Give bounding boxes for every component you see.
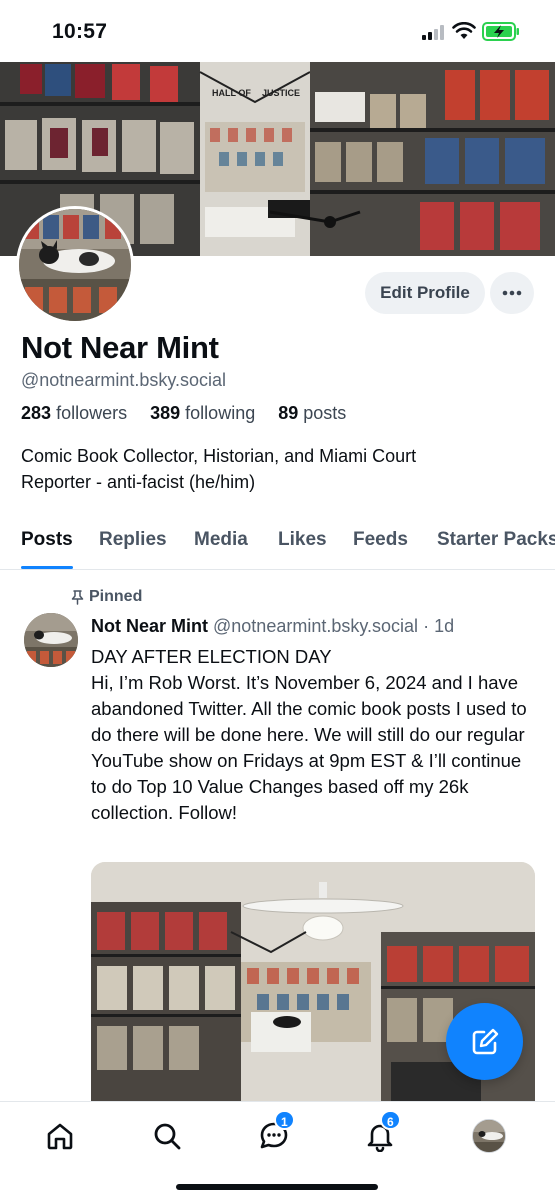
followers-count: 283 (21, 403, 52, 423)
nav-profile[interactable] (469, 1116, 509, 1156)
battery-charging-icon (482, 22, 519, 41)
compose-icon (472, 1028, 498, 1054)
edit-profile-button[interactable]: Edit Profile (365, 272, 485, 314)
posts-label: posts (303, 403, 347, 423)
banner-sign-right: JUSTICE (262, 88, 300, 98)
bio-line: Reporter - anti-facist (he/him) (21, 472, 256, 492)
search-icon (154, 1123, 181, 1150)
tab-media[interactable]: Media (194, 529, 248, 551)
posts-count: 89 (278, 403, 299, 423)
followers-link[interactable]: 283 followers (21, 403, 131, 423)
tab-posts[interactable]: Posts (21, 529, 73, 551)
wifi-icon (452, 22, 476, 39)
post-body[interactable]: DAY AFTER ELECTION DAY Hi, I’m Rob Worst… (91, 644, 531, 826)
nav-chat[interactable]: 1 (254, 1110, 295, 1156)
avatar-cat-photo (19, 209, 131, 321)
pinned-label: Pinned (89, 588, 143, 605)
post-text-line: Hi, I’m Rob Worst. It’s November 6, 2024… (91, 672, 527, 823)
tab-likes[interactable]: Likes (278, 529, 327, 551)
post-author-name[interactable]: Not Near Mint (91, 616, 208, 636)
post-text-line: DAY AFTER ELECTION DAY (91, 646, 332, 667)
profile-handle: @notnearmint.bsky.social (21, 370, 227, 390)
home-indicator (176, 1184, 378, 1190)
active-tab-indicator (21, 566, 73, 569)
banner-sign-left: HALL OF (212, 88, 251, 98)
profile-tabs: Posts Replies Media Likes Feeds Starter … (0, 522, 555, 570)
chat-badge: 1 (274, 1110, 295, 1130)
nav-search[interactable] (147, 1116, 187, 1156)
home-icon (47, 1123, 73, 1150)
ellipsis-icon (502, 290, 522, 296)
signal-icon (422, 25, 444, 40)
nav-home[interactable] (40, 1116, 80, 1156)
tab-replies[interactable]: Replies (99, 529, 167, 551)
status-time: 10:57 (52, 20, 108, 43)
post-header: Not Near Mint @notnearmint.bsky.social ·… (91, 616, 454, 637)
followers-label: followers (56, 403, 128, 423)
post-author-avatar[interactable] (24, 613, 78, 667)
avatar-thumbnail (473, 1120, 505, 1152)
nav-notifications[interactable]: 6 (360, 1110, 401, 1156)
avatar-cat-photo (24, 613, 78, 667)
profile-display-name: Not Near Mint (21, 330, 219, 365)
status-bar: 10:57 (0, 0, 555, 62)
tab-feeds[interactable]: Feeds (353, 529, 408, 551)
notifications-badge: 6 (380, 1110, 401, 1130)
profile-stats: 283 followers 389 following 89 posts (21, 403, 354, 424)
following-link[interactable]: 389 following (150, 403, 259, 423)
post-separator: · (423, 616, 430, 636)
post-timestamp[interactable]: 1d (434, 616, 454, 636)
post-author-handle[interactable]: @notnearmint.bsky.social (213, 616, 418, 636)
profile-avatar-icon (472, 1119, 506, 1153)
pinned-indicator: Pinned (71, 588, 142, 606)
tab-starter-packs[interactable]: Starter Packs (437, 529, 555, 551)
profile-bio: Comic Book Collector, Historian, and Mia… (21, 443, 521, 495)
profile-avatar[interactable] (16, 206, 134, 324)
posts-stat: 89 posts (278, 403, 350, 423)
following-count: 389 (150, 403, 181, 423)
following-label: following (185, 403, 256, 423)
bio-line: Comic Book Collector, Historian, and Mia… (21, 446, 417, 466)
pin-icon (71, 589, 84, 605)
compose-post-button[interactable] (446, 1003, 523, 1080)
more-options-button[interactable] (490, 272, 534, 314)
